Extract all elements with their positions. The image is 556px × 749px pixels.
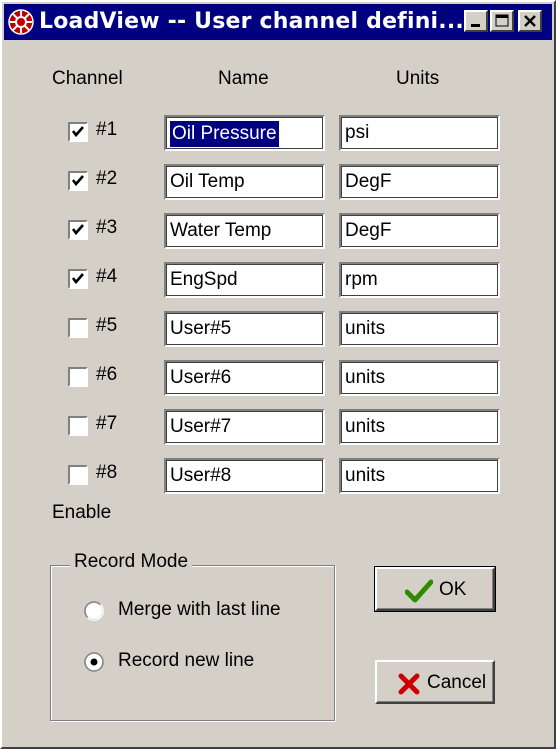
channel-4-checkbox[interactable]: [68, 269, 88, 289]
channel-8-number: #8: [96, 462, 118, 483]
channel-8-checkbox[interactable]: [68, 465, 88, 485]
channel-5-number: #5: [96, 315, 118, 336]
channel-name-input[interactable]: [169, 316, 319, 342]
x-icon: [398, 673, 420, 695]
channel-name-input[interactable]: [169, 267, 319, 293]
channel-2-name-field[interactable]: [164, 164, 325, 200]
channel-units-input[interactable]: [344, 120, 494, 146]
units-header: Units: [396, 68, 440, 89]
close-icon: [524, 15, 536, 27]
cancel-label: Cancel: [427, 672, 487, 693]
record-mode-group: [50, 565, 335, 721]
channel-3-name-field[interactable]: [164, 213, 325, 249]
cancel-button[interactable]: Cancel: [375, 660, 495, 704]
channel-name-input[interactable]: [169, 169, 319, 195]
check-icon: [71, 126, 84, 138]
channel-7-units-field[interactable]: [339, 409, 500, 445]
check-icon: [71, 273, 84, 285]
channel-name-input[interactable]: [169, 414, 319, 440]
channel-1-name-field[interactable]: Oil Pressure: [164, 115, 325, 151]
channel-7-checkbox[interactable]: [68, 416, 88, 436]
window-title: LoadView -- User channel defini...: [39, 9, 464, 34]
checkmark-icon: [405, 579, 433, 603]
title-bar[interactable]: LoadView -- User channel defini...: [4, 4, 552, 40]
channel-3-units-field[interactable]: [339, 213, 500, 249]
channel-header: Channel: [52, 68, 123, 89]
merge-option-label[interactable]: Merge with last line: [118, 599, 281, 621]
channel-2-checkbox[interactable]: [68, 171, 88, 191]
channel-4-name-field[interactable]: [164, 262, 325, 298]
ok-label: OK: [439, 579, 467, 600]
channel-5-name-field[interactable]: [164, 311, 325, 347]
channel-6-name-field[interactable]: [164, 360, 325, 396]
channel-6-number: #6: [96, 364, 118, 385]
record-new-radio[interactable]: [84, 652, 104, 672]
channel-7-number: #7: [96, 413, 118, 434]
loadview-app-icon[interactable]: [8, 9, 34, 35]
channel-8-units-field[interactable]: [339, 458, 500, 494]
channel-name-input[interactable]: [169, 218, 319, 244]
channel-units-input[interactable]: [344, 169, 494, 195]
name-header: Name: [218, 68, 269, 89]
channel-2-units-field[interactable]: [339, 164, 500, 200]
channel-units-input[interactable]: [344, 267, 494, 293]
channel-units-input[interactable]: [344, 414, 494, 440]
channel-1-units-field[interactable]: [339, 115, 500, 151]
merge-radio[interactable]: [84, 601, 104, 621]
maximize-icon: [495, 14, 509, 27]
channel-2-number: #2: [96, 168, 118, 189]
check-icon: [71, 224, 84, 236]
minimize-icon: [471, 24, 480, 27]
channel-1-checkbox[interactable]: [68, 122, 88, 142]
channel-name-input[interactable]: [169, 463, 319, 489]
channel-3-checkbox[interactable]: [68, 220, 88, 240]
channel-4-units-field[interactable]: [339, 262, 500, 298]
channel-units-input[interactable]: [344, 365, 494, 391]
dialog-window: LoadView -- User channel defini... Chann…: [0, 0, 556, 749]
check-icon: [71, 175, 84, 187]
channel-1-number: #1: [96, 119, 118, 140]
channel-4-number: #4: [96, 266, 118, 287]
channel-6-checkbox[interactable]: [68, 367, 88, 387]
channel-5-checkbox[interactable]: [68, 318, 88, 338]
channel-6-units-field[interactable]: [339, 360, 500, 396]
channel-3-number: #3: [96, 217, 118, 238]
channel-units-input[interactable]: [344, 463, 494, 489]
channel-7-name-field[interactable]: [164, 409, 325, 445]
close-button[interactable]: [518, 10, 542, 32]
channel-units-input[interactable]: [344, 218, 494, 244]
channel-units-input[interactable]: [344, 316, 494, 342]
channel-8-name-field[interactable]: [164, 458, 325, 494]
enable-label: Enable: [52, 502, 112, 523]
ok-button[interactable]: OK: [374, 566, 496, 612]
channel-name-input[interactable]: [169, 365, 319, 391]
minimize-button[interactable]: [464, 10, 488, 32]
maximize-button[interactable]: [490, 10, 514, 32]
channel-5-units-field[interactable]: [339, 311, 500, 347]
record-mode-title: Record Mode: [70, 551, 193, 573]
record-new-option-label[interactable]: Record new line: [118, 650, 254, 672]
selected-text: Oil Pressure: [170, 121, 279, 147]
